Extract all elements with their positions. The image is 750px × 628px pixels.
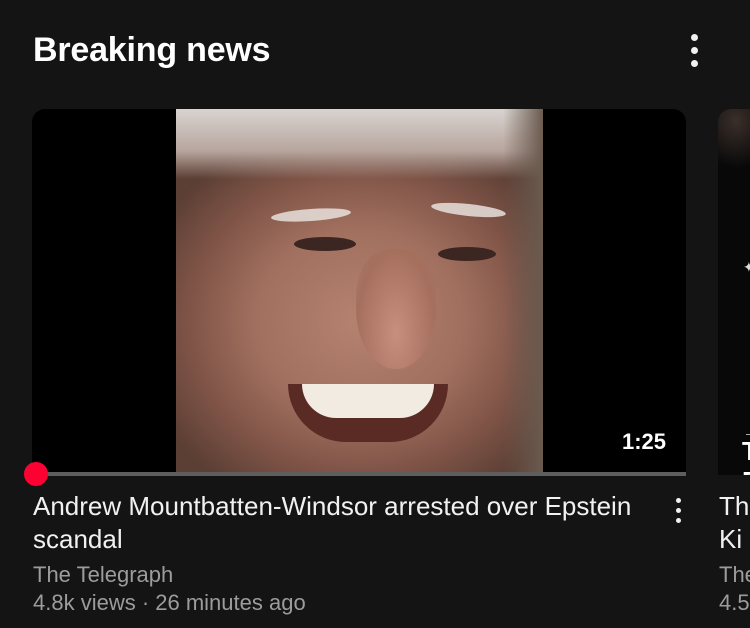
channel-name-2[interactable]: The [719, 562, 750, 588]
sparkle-icon: ✦ [743, 259, 750, 275]
progress-scrubber-handle[interactable] [24, 462, 48, 486]
breaking-news-shelf: Breaking news 1:25 Andrew Mountbatten-Wi… [0, 0, 750, 628]
video-more-icon[interactable] [668, 498, 688, 523]
divider [746, 434, 750, 435]
video-thumbnail-2[interactable]: ✦ T F T A [718, 109, 750, 475]
playback-progress-bar[interactable] [32, 472, 686, 476]
thumbnail-photo [176, 109, 543, 475]
dot [675, 508, 681, 513]
video-metadata: 4.8k views · 26 minutes ago [33, 590, 306, 615]
channel-name[interactable]: The Telegraph [33, 562, 173, 588]
dot [690, 60, 698, 67]
duration-badge: 1:25 [621, 429, 666, 454]
video-thumbnail[interactable]: 1:25 [32, 109, 686, 475]
dot [690, 34, 698, 41]
dot [675, 518, 681, 523]
video-title-2[interactable]: Th Ki [719, 490, 750, 556]
video-metadata-2: 4.5 [719, 590, 750, 615]
shelf-title: Breaking news [33, 31, 271, 69]
dot [675, 498, 681, 503]
thumbnail-caption: T F T A [742, 436, 750, 475]
video-title[interactable]: Andrew Mountbatten-Windsor arrested over… [33, 490, 633, 556]
dot [690, 47, 698, 54]
shelf-more-icon[interactable] [684, 34, 704, 67]
